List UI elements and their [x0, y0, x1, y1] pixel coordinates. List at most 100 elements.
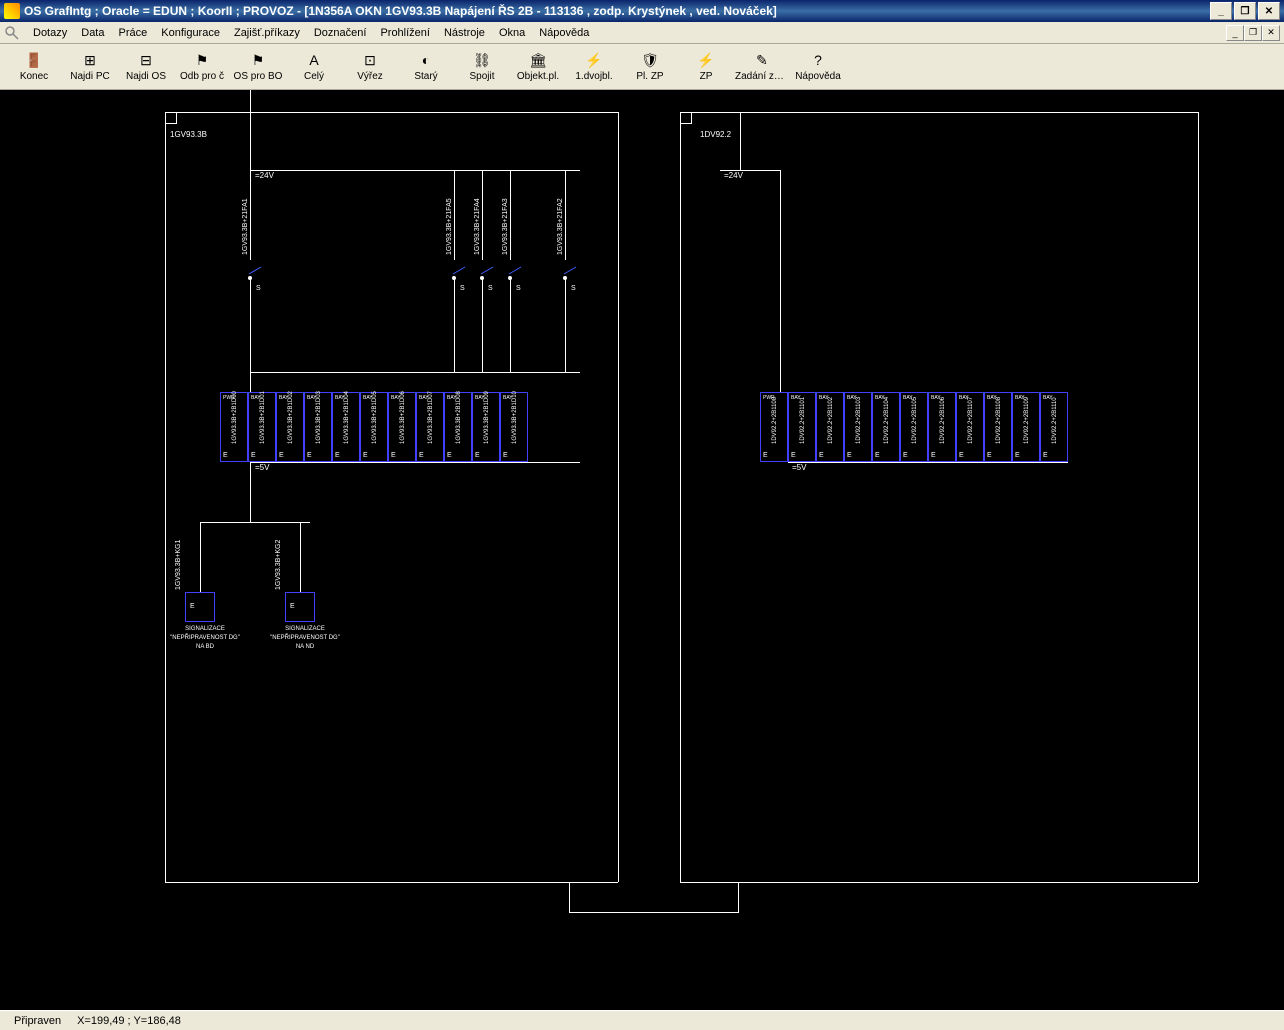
tool-icon: 🏛: [529, 51, 547, 69]
tool-objektpl[interactable]: 🏛 Objekt.pl.: [510, 46, 566, 88]
close-button[interactable]: ✕: [1258, 2, 1280, 20]
tool-spojit[interactable]: ⛓Spojit: [454, 46, 510, 88]
module[interactable]: BAY1DV92.2+2B1105E: [900, 392, 928, 462]
switch-label: 1GV93.3B+21FA1: [242, 198, 249, 255]
switch-label: 1GV93.3B+21FA4: [474, 198, 481, 255]
tool-label: Starý: [414, 71, 437, 82]
tool-dvojbl[interactable]: ⚡ 1.dvojbl.: [566, 46, 622, 88]
tool-icon: ⚡: [585, 51, 603, 69]
tool-icon: ⊡: [361, 51, 379, 69]
panel-corner-box: [165, 112, 177, 124]
menu-data[interactable]: Data: [74, 25, 111, 41]
tool-star[interactable]: ◐ Starý: [398, 46, 454, 88]
tool-vez[interactable]: ⊡ Výřez: [342, 46, 398, 88]
menu-npovda[interactable]: Nápověda: [532, 25, 596, 41]
tool-npovda[interactable]: ? Nápověda: [790, 46, 846, 88]
signal-box[interactable]: E: [285, 592, 315, 622]
tool-najdipc[interactable]: ⊞ Najdi PC: [62, 46, 118, 88]
module[interactable]: BAY1GV93.3B+2B1D06E: [388, 392, 416, 462]
tool-cel[interactable]: ACelý: [286, 46, 342, 88]
tool-label: 1.dvojbl.: [575, 71, 612, 82]
tool-label: Nápověda: [795, 71, 841, 82]
status-ready: Připraven: [6, 1015, 69, 1027]
tool-plzp[interactable]: 🛡Pl. ZP: [622, 46, 678, 88]
module[interactable]: BAY1DV92.2+2B1103E: [844, 392, 872, 462]
menu-doznaen[interactable]: Doznačení: [307, 25, 374, 41]
menu-dotazy[interactable]: Dotazy: [26, 25, 74, 41]
tool-icon: ◐: [417, 51, 435, 69]
menu-okna[interactable]: Okna: [492, 25, 532, 41]
tool-label: ZP: [700, 71, 713, 82]
mdi-minimize-button[interactable]: _: [1226, 25, 1244, 41]
minimize-button[interactable]: _: [1210, 2, 1232, 20]
panel-corner-box: [680, 112, 692, 124]
maximize-button[interactable]: ❐: [1234, 2, 1256, 20]
menu-prohlen[interactable]: Prohlížení: [373, 25, 437, 41]
menu-nstroje[interactable]: Nástroje: [437, 25, 492, 41]
tool-label: OS pro BO: [234, 71, 283, 82]
menu-prce[interactable]: Práce: [112, 25, 155, 41]
status-coords: X=199,49 ; Y=186,48: [69, 1015, 189, 1027]
tool-zp[interactable]: ⚡ ZP: [678, 46, 734, 88]
module[interactable]: BAY1GV93.3B+2B1D01E: [248, 392, 276, 462]
tool-label: Výřez: [357, 71, 383, 82]
module[interactable]: BAY1GV93.3B+2B1D05E: [360, 392, 388, 462]
switch[interactable]: [509, 267, 522, 275]
tool-label: Objekt.pl.: [517, 71, 559, 82]
signal-id: 1GV93.3B+KG1: [175, 540, 182, 590]
tool-najdios[interactable]: ⊟Najdi OS: [118, 46, 174, 88]
tool-label: Konec: [20, 71, 48, 82]
switch-label: 1GV93.3B+21FA2: [557, 198, 564, 255]
switch[interactable]: [481, 267, 494, 275]
module[interactable]: PWR1DV92.2+2B1100E: [760, 392, 788, 462]
left-panel-id: 1GV93.3B: [170, 130, 207, 139]
module[interactable]: BAY1DV92.2+2B1104E: [872, 392, 900, 462]
module[interactable]: BAY1DV92.2+2B1108E: [984, 392, 1012, 462]
tool-osprobo[interactable]: ⚑OS pro BO: [230, 46, 286, 88]
tool-label: Najdi PC: [70, 71, 109, 82]
tool-label: Spojit: [469, 71, 494, 82]
tool-label: Odb pro č: [180, 71, 224, 82]
right-panel-id: 1DV92.2: [700, 130, 731, 139]
toolbar: 🚪 Konec ⊞ Najdi PC ⊟Najdi OS⚑Odb pro č⚑OS pr…: [0, 44, 1284, 90]
signal-id: 1GV93.3B+KG2: [275, 540, 282, 590]
signal-box[interactable]: E: [185, 592, 215, 622]
tool-icon: ?: [809, 51, 827, 69]
module[interactable]: BAY1GV93.3B+2B1D07E: [416, 392, 444, 462]
menu-zajipkazy[interactable]: Zajišť.příkazy: [227, 25, 307, 41]
module[interactable]: BAY1GV93.3B+2B1D02E: [276, 392, 304, 462]
mdi-restore-button[interactable]: ❐: [1244, 25, 1262, 41]
module[interactable]: BAY1GV93.3B+2B1D09E: [472, 392, 500, 462]
statusbar: Připraven X=199,49 ; Y=186,48: [0, 1010, 1284, 1030]
module[interactable]: PWR1GV93.3B+2B1D00E: [220, 392, 248, 462]
module[interactable]: BAY1DV92.2+2B1106E: [928, 392, 956, 462]
voltage-24v-right: =24V: [724, 171, 743, 180]
tool-icon: ⚡: [697, 51, 715, 69]
module[interactable]: BAY1GV93.3B+2B1D03E: [304, 392, 332, 462]
tool-zadnzm[interactable]: ✎Zadání zm...: [734, 46, 790, 88]
mdi-close-button[interactable]: ✕: [1262, 25, 1280, 41]
tool-icon: 🚪: [25, 51, 43, 69]
tool-konec[interactable]: 🚪 Konec: [6, 46, 62, 88]
switch[interactable]: [249, 267, 262, 275]
module[interactable]: BAY1DV92.2+2B1107E: [956, 392, 984, 462]
module[interactable]: BAY1GV93.3B+2B1D10E: [500, 392, 528, 462]
tool-label: Celý: [304, 71, 324, 82]
tool-icon: ⊞: [81, 51, 99, 69]
module[interactable]: BAY1DV92.2+2B1109E: [1012, 392, 1040, 462]
diagram-canvas[interactable]: 1GV93.3B =24V S1GV93.3B+21FA1S1GV93.3B+2…: [0, 90, 1284, 1010]
module[interactable]: BAY1DV92.2+2B1110E: [1040, 392, 1068, 462]
switch[interactable]: [564, 267, 577, 275]
module[interactable]: BAY1DV92.2+2B1102E: [816, 392, 844, 462]
switch[interactable]: [453, 267, 466, 275]
module[interactable]: BAY1GV93.3B+2B1D04E: [332, 392, 360, 462]
tool-label: Pl. ZP: [636, 71, 663, 82]
switch-label: 1GV93.3B+21FA5: [446, 198, 453, 255]
module-rack-right: PWR1DV92.2+2B1100EBAY1DV92.2+2B1101EBAY1…: [760, 392, 1068, 462]
menu-konfigurace[interactable]: Konfigurace: [154, 25, 227, 41]
tool-icon: ⊟: [137, 51, 155, 69]
tool-odbpro[interactable]: ⚑Odb pro č: [174, 46, 230, 88]
module[interactable]: BAY1GV93.3B+2B1D08E: [444, 392, 472, 462]
module[interactable]: BAY1DV92.2+2B1101E: [788, 392, 816, 462]
window-titlebar: OS GrafIntg ; Oracle = EDUN ; KoorII ; P…: [0, 0, 1284, 22]
